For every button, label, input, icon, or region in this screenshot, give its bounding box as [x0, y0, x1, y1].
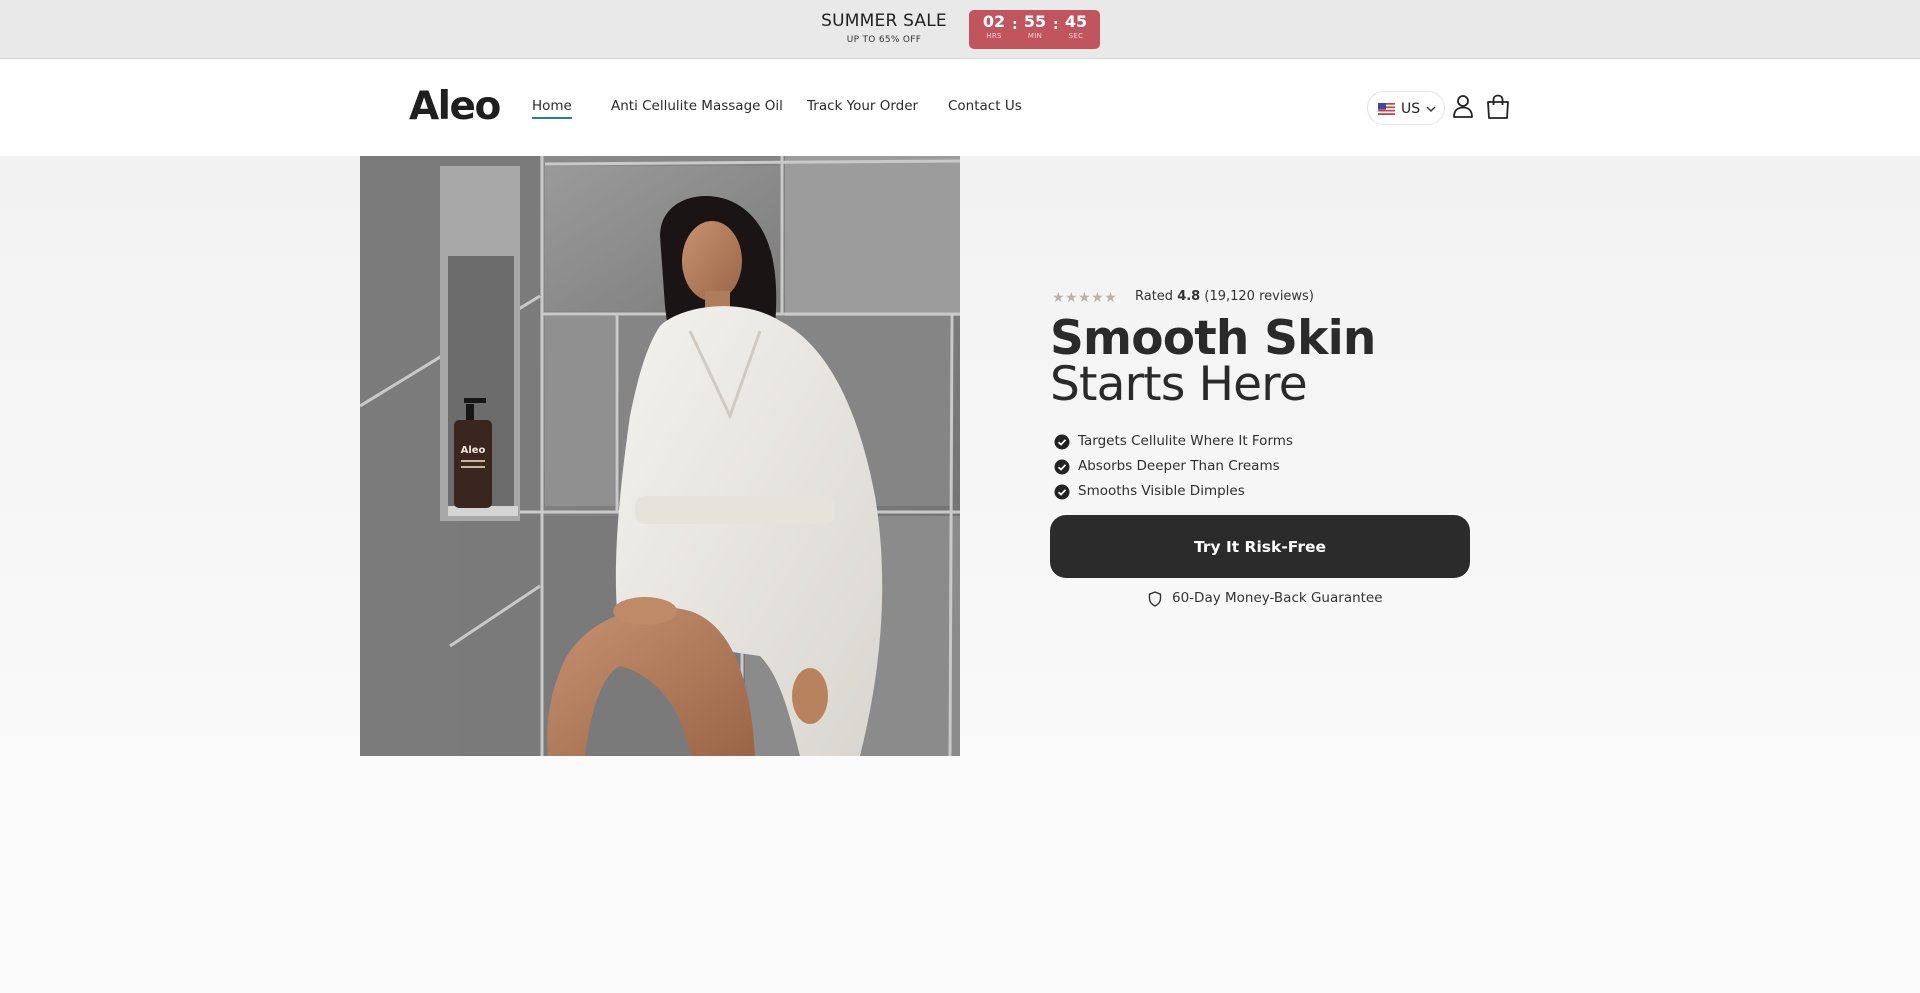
shield-icon — [1148, 591, 1162, 607]
sale-title: SUMMER SALE — [821, 11, 947, 31]
hero-headline: Smooth Skin Starts Here — [1050, 315, 1470, 408]
headline-light: Starts Here — [1050, 357, 1308, 412]
countdown-seconds: 45 SEC — [1059, 13, 1093, 41]
guarantee-text: 60-Day Money-Back Guarantee — [1172, 590, 1383, 606]
benefit-text: Absorbs Deeper Than Creams — [1078, 458, 1280, 474]
rating-value: 4.8 — [1177, 289, 1201, 304]
nav-home[interactable]: Home — [532, 98, 572, 119]
countdown-separator: : — [1053, 17, 1059, 33]
check-circle-icon — [1054, 484, 1070, 500]
rating-text: Rated 4.8 (19,120 reviews) — [1135, 289, 1314, 304]
bottle-brand: Aleo — [461, 445, 486, 456]
hero-section — [0, 156, 1920, 781]
benefit-item: Targets Cellulite Where It Forms — [1054, 432, 1293, 457]
below-hero-area — [0, 781, 1920, 993]
benefit-list: Targets Cellulite Where It Forms Absorbs… — [1054, 432, 1293, 507]
hero-product-image: Aleo — [360, 156, 960, 756]
announcement-bar: SUMMER SALE UP TO 65% OFF 02 HRS : 55 MI… — [0, 0, 1920, 59]
countdown-hours-value: 02 — [982, 12, 1006, 31]
nav-anti-cellulite-massage-oil[interactable]: Anti Cellulite Massage Oil — [611, 98, 783, 114]
countdown-timer: 02 HRS : 55 MIN : 45 SEC — [969, 10, 1100, 49]
countdown-hours: 02 HRS — [977, 13, 1011, 41]
countdown-minutes: 55 MIN — [1018, 13, 1052, 41]
countdown-separator: : — [1012, 17, 1018, 33]
shopping-bag-icon[interactable] — [1485, 94, 1511, 120]
site-header: Aleo Home Anti Cellulite Massage Oil Tra… — [0, 60, 1920, 156]
logo[interactable]: Aleo — [409, 84, 501, 129]
nav-contact-us[interactable]: Contact Us — [948, 98, 1022, 114]
locale-label: US — [1401, 101, 1421, 117]
review-count: (19,120 reviews) — [1204, 289, 1314, 304]
sale-subtitle: UP TO 65% OFF — [846, 35, 922, 45]
benefit-text: Targets Cellulite Where It Forms — [1078, 433, 1293, 449]
chevron-down-icon — [1426, 106, 1436, 112]
rating-prefix: Rated — [1135, 289, 1174, 304]
countdown-hours-label: HRS — [986, 32, 1002, 40]
check-circle-icon — [1054, 459, 1070, 475]
locale-selector[interactable]: US — [1367, 91, 1445, 125]
countdown-seconds-label: SEC — [1068, 32, 1084, 40]
star-rating-icon: ★★★★★ — [1052, 290, 1118, 306]
user-icon[interactable] — [1452, 94, 1474, 118]
countdown-minutes-label: MIN — [1027, 32, 1043, 40]
countdown-minutes-value: 55 — [1023, 12, 1047, 31]
countdown-seconds-value: 45 — [1064, 12, 1088, 31]
us-flag-icon — [1378, 103, 1395, 115]
check-circle-icon — [1054, 434, 1070, 450]
try-risk-free-button[interactable]: Try It Risk-Free — [1050, 515, 1470, 578]
nav-track-your-order[interactable]: Track Your Order — [807, 98, 918, 114]
benefit-text: Smooths Visible Dimples — [1078, 483, 1245, 499]
benefit-item: Absorbs Deeper Than Creams — [1054, 457, 1293, 482]
benefit-item: Smooths Visible Dimples — [1054, 482, 1293, 507]
